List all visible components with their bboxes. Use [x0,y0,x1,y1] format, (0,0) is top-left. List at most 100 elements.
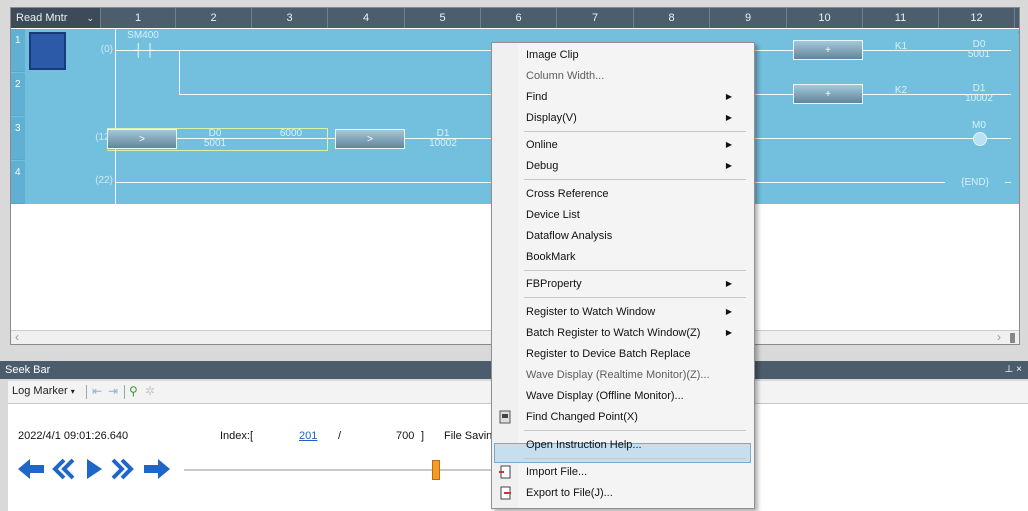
compare-instruction[interactable]: > [107,129,177,149]
menu-item-label: Open Instruction Help... [526,439,642,451]
menu-item-batch-register-watch[interactable]: Batch Register to Watch Window(Z) ▶ [526,323,746,343]
device-value: 10002 [965,93,993,104]
import-file-icon [499,465,511,479]
index-total: 700 [396,430,415,442]
device-value: 5001 [203,138,227,149]
menu-item-label: Wave Display (Realtime Monitor)(Z)... [526,369,710,381]
highlight-line [327,128,328,151]
seek-next-icon[interactable] [110,458,134,480]
read-mode-label: Read Mntr [16,12,68,24]
menu-item-find-changed-point[interactable]: Find Changed Point(X) [526,407,746,427]
settings-icon[interactable]: ✲ [145,384,155,398]
index-separator: / [338,430,342,442]
menu-item-label: Dataflow Analysis [526,230,613,242]
index-value-link[interactable]: 201 [299,430,317,442]
log-marker-button[interactable]: Log Marker ▾ [12,385,75,397]
submenu-arrow-icon: ▶ [725,92,732,101]
contact-label: SM400 [127,30,159,41]
scroll-right-arrow[interactable]: › [997,330,1001,344]
coil-label: M0 [972,120,986,131]
menu-separator [524,270,746,271]
toolbar-separator [124,385,125,399]
add-instruction[interactable]: + [793,84,863,104]
menu-item-fbproperty[interactable]: FBProperty ▶ [526,274,746,294]
menu-item-label: Batch Register to Watch Window(Z) [526,327,701,339]
menu-item-label: Wave Display (Offline Monitor)... [526,390,684,402]
seek-thumb[interactable] [432,460,440,480]
end-label: END [964,177,986,188]
menu-item-cross-reference[interactable]: Cross Reference [526,184,746,204]
column-header-cell: 11 [863,8,939,28]
read-mode-dropdown[interactable]: Read Mntr ⌄ [11,8,101,28]
column-header-cell: 2 [176,8,252,28]
compare-instruction[interactable]: > [335,129,405,149]
row-number: 3 [11,117,25,160]
seek-prev-icon[interactable] [52,458,76,480]
menu-item-wave-offline[interactable]: Wave Display (Offline Monitor)... [526,386,746,406]
index-close-bracket: ] [421,430,425,442]
constant-value: 6000 [279,128,303,139]
menu-icon-gutter [492,43,518,508]
submenu-arrow-icon: ▶ [725,161,732,170]
log-marker-label: Log Marker [12,385,68,397]
column-header-cell: 3 [252,8,328,28]
prev-marker-icon[interactable]: ⇤ [92,384,102,398]
contact-symbol: ┤ ├ [133,43,155,57]
highlight-line [107,150,327,151]
menu-separator [524,297,746,298]
menu-item-debug[interactable]: Debug ▶ [526,156,746,176]
column-header-cell: 1 [101,8,176,28]
column-header: Read Mntr ⌄ 1 2 3 4 5 6 7 8 9 10 11 12 [11,8,1019,28]
menu-item-bookmark[interactable]: BookMark [526,247,746,267]
column-header-cell: 10 [787,8,863,28]
add-instruction[interactable]: + [793,40,863,60]
play-icon[interactable] [84,458,104,480]
menu-item-dataflow-analysis[interactable]: Dataflow Analysis [526,226,746,246]
menu-item-instruction-help[interactable]: Open Instruction Help... [526,435,746,455]
chevron-down-icon: ⌄ [86,13,94,23]
scroll-up-arrow[interactable]: ^ [1013,28,1019,42]
menu-item-find[interactable]: Find ▶ [526,87,746,107]
column-header-cell: 8 [634,8,710,28]
step-number: (22) [95,175,113,186]
pin-icon[interactable]: ⊥ × [1005,361,1022,379]
menu-item-label: BookMark [526,251,576,263]
next-marker-icon[interactable]: ⇥ [108,384,118,398]
menu-item-label: Export to File(J)... [526,487,613,499]
end-instruction: {END} [945,178,1005,188]
seek-first-icon[interactable] [16,458,46,480]
device-value: 10002 [429,138,457,149]
dropdown-arrow-icon: ▾ [70,387,75,396]
menu-item-label: Register to Device Batch Replace [526,348,691,360]
menu-item-label: Cross Reference [526,188,609,200]
scroll-thumb[interactable] [1010,333,1015,343]
menu-item-display[interactable]: Display(V) ▶ [526,108,746,128]
device-value: 5001 [967,49,991,60]
menu-item-device-batch-replace[interactable]: Register to Device Batch Replace [526,344,746,364]
add-marker-icon[interactable]: ⚲ [129,384,138,398]
menu-item-import-file[interactable]: Import File... [526,462,746,482]
seek-last-icon[interactable] [142,458,172,480]
constant-value: K2 [894,85,908,96]
file-saving-status: File Savin [444,430,493,442]
menu-separator [524,458,746,459]
submenu-arrow-icon: ▶ [725,279,732,288]
scroll-left-arrow[interactable]: ‹ [15,330,19,344]
menu-item-online[interactable]: Online ▶ [526,135,746,155]
menu-item-device-list[interactable]: Device List [526,205,746,225]
cell-cursor[interactable] [29,32,66,70]
submenu-arrow-icon: ▶ [725,328,732,337]
menu-item-image-clip[interactable]: Image Clip [526,45,746,65]
menu-item-label: FBProperty [526,278,582,290]
menu-item-label: Display(V) [526,112,577,124]
row-number: 4 [11,161,25,204]
menu-item-column-width: Column Width... [526,66,746,86]
menu-item-label: Find Changed Point(X) [526,411,638,423]
menu-item-label: Image Clip [526,49,579,61]
menu-item-export-file[interactable]: Export to File(J)... [526,483,746,503]
menu-item-register-watch[interactable]: Register to Watch Window ▶ [526,302,746,322]
menu-item-label: Find [526,91,548,103]
highlight-line [107,128,327,129]
row-number: 2 [11,73,25,116]
seek-track[interactable] [184,469,494,471]
